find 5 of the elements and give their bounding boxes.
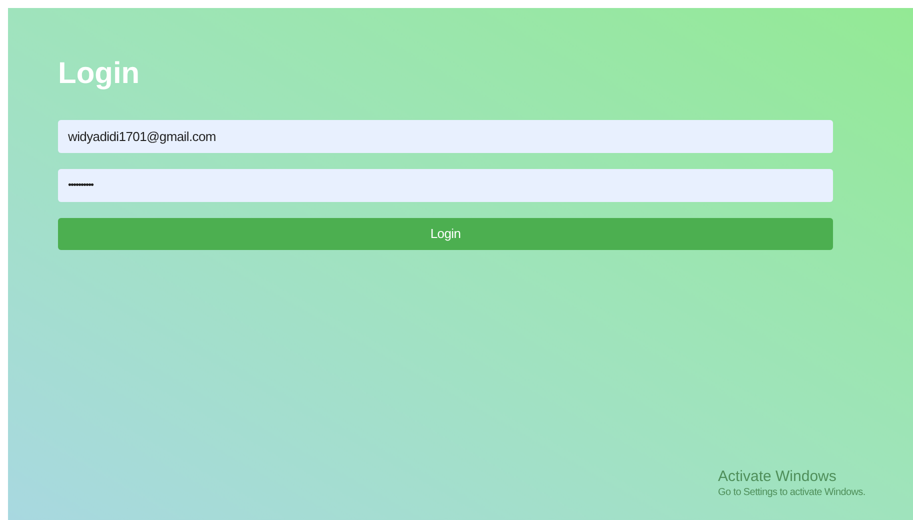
login-heading: Login <box>58 56 140 92</box>
activation-hint: Go to Settings to activate Windows. <box>718 486 866 500</box>
email-field[interactable]: widyadidi1701@gmail.com <box>58 120 833 153</box>
activation-title: Activate Windows <box>718 468 836 486</box>
password-field[interactable]: •••••••••• <box>58 169 833 202</box>
